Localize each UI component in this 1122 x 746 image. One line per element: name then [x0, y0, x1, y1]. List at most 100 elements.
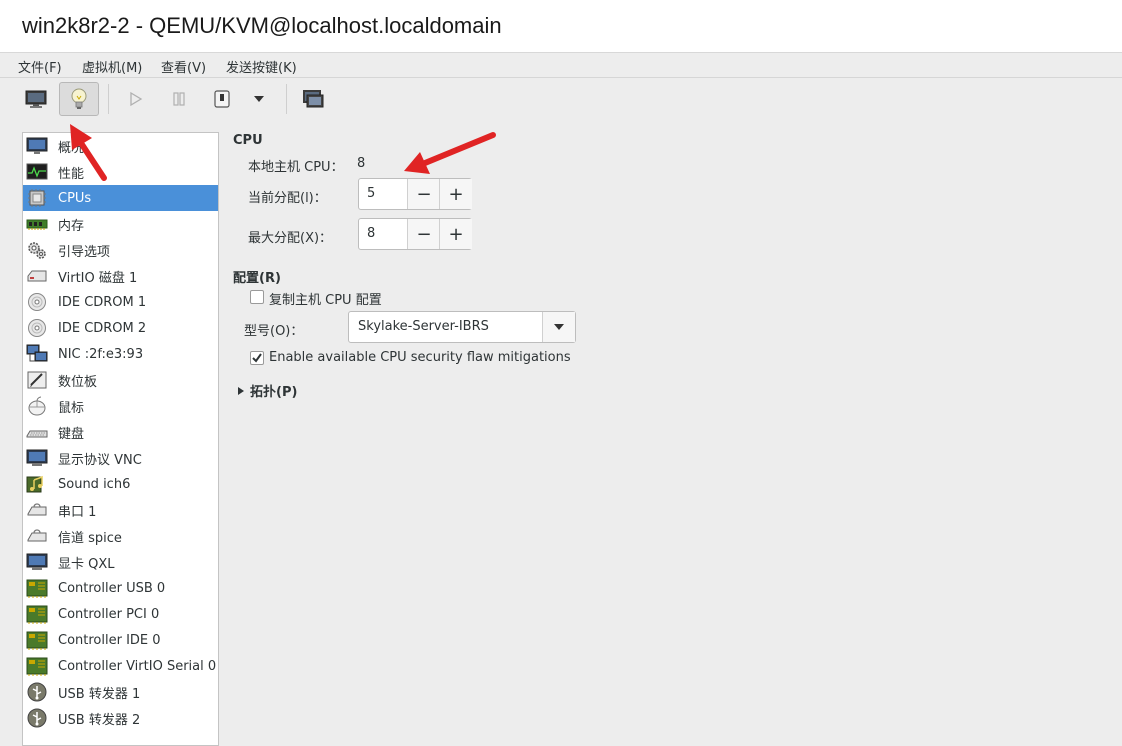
gears-icon [26, 240, 48, 260]
sidebar-item-tablet[interactable]: 数位板 [23, 367, 218, 393]
sidebar-item-mouse[interactable]: 鼠标 [23, 393, 218, 419]
fullscreen-button[interactable] [293, 82, 333, 116]
sidebar-item-label: 显卡 QXL [58, 556, 115, 572]
sidebar-item-label: IDE CDROM 2 [58, 320, 147, 336]
sidebar-item-virtio-disk[interactable]: VirtIO 磁盘 1 [23, 263, 218, 289]
sidebar-item-nic[interactable]: NIC :2f:e3:93 [23, 341, 218, 367]
window-titlebar: win2k8r2-2 - QEMU/KVM@localhost.localdom… [0, 0, 1122, 53]
max-allocation-spinner: 8 − + [358, 218, 472, 250]
current-allocation-decrement-button[interactable]: − [407, 179, 440, 209]
display-icon [26, 448, 48, 468]
toolbar-separator [108, 84, 109, 114]
sidebar-item-sound[interactable]: Sound ich6 [23, 471, 218, 497]
sidebar-item-label: 串口 1 [58, 504, 97, 520]
current-allocation-increment-button[interactable]: + [439, 179, 472, 209]
sidebar-item-label: 显示协议 VNC [58, 452, 142, 468]
host-cpu-value: 8 [357, 156, 366, 171]
max-allocation-decrement-button[interactable]: − [407, 219, 440, 249]
console-button[interactable] [16, 82, 56, 116]
run-button[interactable] [115, 82, 155, 116]
play-icon [130, 91, 143, 107]
toolbar [0, 78, 1122, 122]
menu-file[interactable]: 文件(F) [18, 57, 62, 76]
cpu-section-title: CPU [233, 133, 263, 148]
shutdown-button[interactable] [202, 82, 242, 116]
sidebar-item-label: 鼠标 [58, 400, 85, 416]
sidebar-item-label: Controller IDE 0 [58, 632, 161, 648]
sidebar-item-ide-cdrom-2[interactable]: IDE CDROM 2 [23, 315, 218, 341]
controller-icon [26, 604, 48, 624]
max-allocation-increment-button[interactable]: + [439, 219, 472, 249]
usb-icon [26, 708, 48, 728]
cpu-details-pane: CPU 本地主机 CPU： 8 当前分配(l)： 5 − + 最大分配(X)： … [232, 122, 1112, 742]
max-allocation-input[interactable]: 8 [367, 226, 375, 241]
model-label: 型号(O)： [244, 324, 304, 339]
sidebar-item-ide-cdrom-1[interactable]: IDE CDROM 1 [23, 289, 218, 315]
sound-icon [26, 474, 48, 494]
sidebar-item-channel[interactable]: 信道 spice [23, 523, 218, 549]
menu-view[interactable]: 查看(V) [161, 57, 206, 76]
sidebar-item-controller-virtio-serial[interactable]: Controller VirtIO Serial 0 [23, 653, 218, 679]
chevron-down-icon [254, 96, 264, 102]
serial-icon [26, 500, 48, 520]
host-cpu-label: 本地主机 CPU： [248, 160, 344, 175]
copy-host-cpu-label: 复制主机 CPU 配置 [269, 293, 382, 308]
sidebar-item-controller-pci[interactable]: Controller PCI 0 [23, 601, 218, 627]
sidebar-item-keyboard[interactable]: 键盘 [23, 419, 218, 445]
channel-icon [26, 526, 48, 546]
sidebar-item-serial[interactable]: 串口 1 [23, 497, 218, 523]
mitigation-checkbox[interactable] [250, 351, 264, 365]
memory-icon [26, 214, 48, 234]
cdrom-icon [26, 318, 48, 338]
sidebar-item-overview[interactable]: 概况 [23, 133, 218, 159]
sidebar-item-boot-options[interactable]: 引导选项 [23, 237, 218, 263]
copy-host-cpu-checkbox[interactable] [250, 290, 264, 304]
current-allocation-label: 当前分配(l)： [248, 191, 327, 206]
screenshot-icon [303, 90, 324, 108]
sidebar-item-cpus[interactable]: CPUs [23, 185, 218, 211]
console-icon [25, 90, 47, 108]
shutdown-menu-button[interactable] [240, 82, 278, 116]
sidebar-item-performance[interactable]: 性能 [23, 159, 218, 185]
sidebar-item-usb-redirect-2[interactable]: USB 转发器 2 [23, 705, 218, 731]
mouse-icon [26, 396, 48, 416]
details-button[interactable] [59, 82, 99, 116]
disk-icon [26, 266, 48, 286]
current-allocation-input[interactable]: 5 [367, 186, 375, 201]
sidebar-item-label: VirtIO 磁盘 1 [58, 270, 138, 286]
pause-button[interactable] [159, 82, 199, 116]
window-title: win2k8r2-2 - QEMU/KVM@localhost.localdom… [22, 13, 502, 38]
chevron-down-icon[interactable] [542, 312, 575, 342]
expander-arrow-icon [238, 386, 244, 395]
menu-vm[interactable]: 虚拟机(M) [82, 57, 142, 76]
tablet-icon [26, 370, 48, 390]
menubar: 文件(F) 虚拟机(M) 查看(V) 发送按键(K) [0, 53, 1122, 78]
video-icon [26, 552, 48, 572]
mitigation-label: Enable available CPU security flaw mitig… [269, 350, 571, 365]
sidebar-item-label: 键盘 [58, 426, 85, 442]
sidebar-item-display-vnc[interactable]: 显示协议 VNC [23, 445, 218, 471]
sidebar-item-label: 性能 [58, 166, 85, 182]
topology-expander[interactable]: 拓扑(P) [237, 381, 297, 400]
sidebar-item-usb-redirect-1[interactable]: USB 转发器 1 [23, 679, 218, 705]
pause-icon [173, 92, 185, 106]
sidebar-item-label: Controller PCI 0 [58, 606, 160, 622]
controller-icon [26, 630, 48, 650]
topology-label: 拓扑(P) [250, 385, 298, 400]
sidebar-item-label: 内存 [58, 218, 85, 234]
sidebar-item-controller-ide[interactable]: Controller IDE 0 [23, 627, 218, 653]
sidebar-item-label: IDE CDROM 1 [58, 294, 147, 310]
cpu-icon [26, 188, 48, 208]
menu-send-key[interactable]: 发送按键(K) [226, 57, 297, 76]
sidebar-item-video[interactable]: 显卡 QXL [23, 549, 218, 575]
sidebar-item-controller-usb[interactable]: Controller USB 0 [23, 575, 218, 601]
sidebar-item-memory[interactable]: 内存 [23, 211, 218, 237]
keyboard-icon [26, 422, 48, 442]
lightbulb-icon [71, 88, 87, 109]
hardware-list: 概况 性能 CPUs 内存 引导选项 VirtIO 磁盘 1 IDE CDROM… [22, 132, 219, 746]
cdrom-icon [26, 292, 48, 312]
sidebar-item-label: 概况 [58, 140, 85, 156]
sidebar-item-label: USB 转发器 2 [58, 712, 141, 728]
controller-icon [26, 656, 48, 676]
cpu-model-combo[interactable]: Skylake-Server-IBRS [348, 311, 576, 343]
